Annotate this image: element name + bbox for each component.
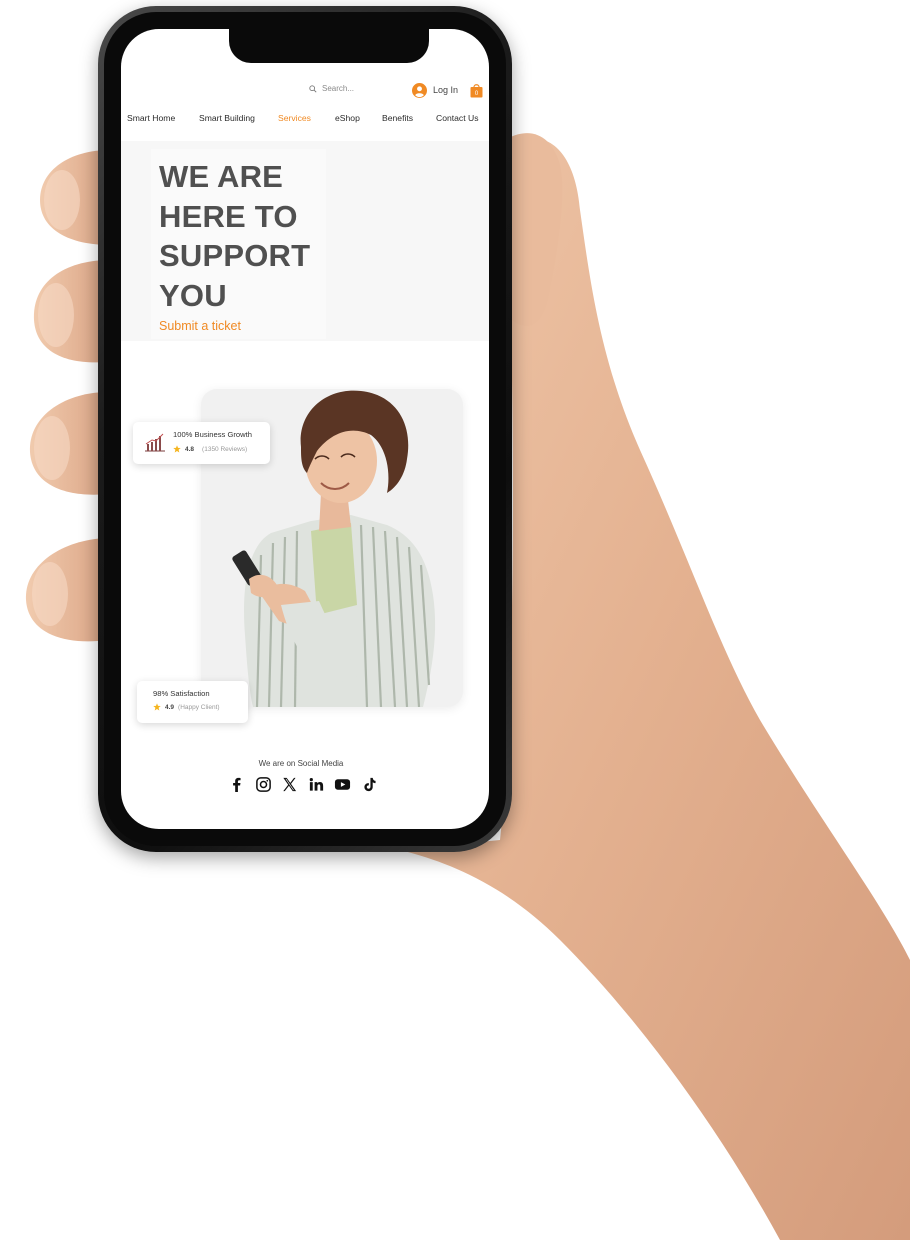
business-growth-rating-row: 4.8 (1350 Reviews) [173, 445, 247, 453]
satisfaction-title: 98% Satisfaction [153, 689, 210, 698]
satisfaction-rating-row: 4.9 (Happy Client) [153, 703, 220, 711]
satisfaction-rating: 4.9 [165, 703, 175, 711]
nav-item-services[interactable]: Services [278, 113, 311, 123]
user-avatar-icon[interactable] [412, 82, 427, 98]
nav-item-smart-building[interactable]: Smart Building [199, 113, 255, 123]
social-media-label: We are on Social Media [258, 759, 344, 768]
youtube-icon[interactable] [334, 776, 351, 793]
star-icon [173, 445, 181, 453]
shopping-bag-icon[interactable]: 0 [470, 82, 483, 98]
x-icon[interactable] [281, 776, 298, 793]
hero-heading-line-3: SUPPORT [159, 238, 311, 273]
business-growth-reviews: (1350 Reviews) [202, 445, 248, 453]
nav-item-smart-home[interactable]: Smart Home [127, 113, 175, 123]
phone-notch [229, 29, 429, 63]
hero-heading: WE ARE HERE TO SUPPORT YOU [159, 157, 359, 315]
satisfaction-note: (Happy Client) [178, 703, 220, 711]
nav-item-eshop[interactable]: eShop [335, 113, 360, 123]
hero-heading-line-4: YOU [159, 277, 227, 313]
product-mockup: Search... Log In 0 Smart Home Smart Buil… [0, 0, 910, 1240]
login-area: Log In 0 [412, 82, 483, 98]
business-growth-card: 100% Business Growth 4.8 (1350 Reviews) [133, 422, 270, 464]
social-icons [228, 775, 378, 793]
business-growth-rating: 4.8 [185, 445, 195, 453]
phone-screen: Search... Log In 0 Smart Home Smart Buil… [121, 29, 489, 829]
nav-item-benefits[interactable]: Benefits [382, 113, 413, 123]
search-box[interactable]: Search... [309, 84, 354, 93]
search-icon [309, 84, 317, 93]
growth-chart-icon [145, 433, 165, 452]
submit-ticket-link[interactable]: Submit a ticket [159, 319, 241, 333]
main-nav: Smart Home Smart Building Services eShop… [127, 113, 489, 127]
nav-item-contact-us[interactable]: Contact Us [436, 113, 479, 123]
hero-heading-line-2: HERE TO [159, 198, 298, 234]
hero-heading-line-1: WE ARE [159, 159, 284, 194]
search-input[interactable]: Search... [322, 84, 354, 93]
facebook-icon[interactable] [228, 776, 245, 793]
business-growth-title: 100% Business Growth [173, 430, 252, 439]
tiktok-icon[interactable] [361, 776, 378, 793]
phone-frame: Search... Log In 0 Smart Home Smart Buil… [98, 6, 512, 852]
login-link[interactable]: Log In [433, 85, 458, 95]
linkedin-icon[interactable] [308, 776, 325, 793]
satisfaction-card: 98% Satisfaction 4.9 (Happy Client) [137, 681, 248, 723]
instagram-icon[interactable] [255, 776, 272, 793]
site-header: Search... Log In 0 [121, 82, 489, 102]
star-icon [153, 703, 161, 711]
woman-with-phone-image [232, 390, 436, 707]
